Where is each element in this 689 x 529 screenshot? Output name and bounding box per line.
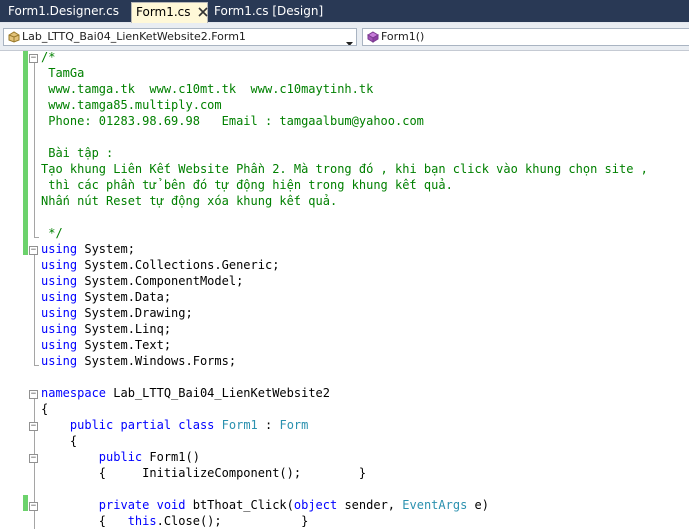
code-comment-line: Nhấn nút Reset tự động xóa khung kết quả… (41, 194, 338, 208)
outline-end (34, 237, 39, 238)
code-method-line: private void btThoat_Click(object sender… (98, 498, 489, 512)
member-dropdown[interactable]: Form1() (362, 28, 689, 46)
collapse-toggle[interactable]: − (29, 454, 38, 463)
using-keyword: using (41, 274, 78, 288)
class-dropdown-value: Lab_LTTQ_Bai04_LienKetWebsite2.Form1 (22, 30, 246, 43)
using-keyword: using (41, 242, 78, 256)
code-constructor-line: public Form1() (41, 449, 200, 465)
code-editor[interactable]: − − − − − − /* TamGa www.tamga.tk www.c1… (0, 51, 689, 529)
collapse-toggle[interactable]: − (29, 502, 38, 511)
close-icon[interactable] (197, 4, 210, 17)
using-keyword: using (41, 258, 78, 272)
using-namespace: System; (84, 242, 135, 256)
code-comment-line: www.tamga85.multiply.com (41, 98, 222, 112)
tab-label: Form1.cs (136, 5, 191, 19)
document-tab-strip: Form1.Designer.cs Form1.cs Form1.cs [Des… (0, 0, 689, 23)
outline-guide (34, 63, 35, 237)
tab-form1-cs[interactable]: Form1.cs (131, 2, 208, 23)
using-namespace: System.Windows.Forms; (84, 354, 237, 368)
using-keyword: using (41, 306, 78, 320)
code-comment-line: TamGa (41, 66, 85, 80)
tab-form1-design[interactable]: Form1.cs [Design] (210, 2, 327, 23)
collapse-toggle[interactable]: − (29, 422, 38, 431)
code-brace-line: { (41, 402, 49, 416)
code-using-line: using System.ComponentModel; (41, 273, 243, 289)
code-comment-line: www.tamga.tk www.c10mt.tk www.c10maytinh… (41, 82, 374, 96)
code-class-line: public partial class Form1 : Form (69, 418, 309, 432)
using-keyword: using (41, 322, 78, 336)
code-comment-line: Phone: 01283.98.69.98 Email : tamgaalbum… (41, 114, 424, 128)
using-keyword: using (41, 290, 78, 304)
tab-label: Form1.Designer.cs (8, 4, 119, 18)
code-method-body: { this.Close(); } (41, 514, 309, 528)
code-using-line: using System.Drawing; (41, 305, 193, 321)
code-comment-line: Bài tập : (41, 146, 114, 160)
eventargs-type: EventArgs (402, 498, 468, 512)
using-namespace: System.ComponentModel; (84, 274, 244, 288)
navigation-bar: Lab_LTTQ_Bai04_LienKetWebsite2.Form1 For… (0, 23, 689, 51)
member-dropdown-value: Form1() (381, 30, 425, 43)
using-namespace: System.Text; (84, 338, 172, 352)
outline-end (34, 365, 39, 366)
namespace-keyword: namespace (41, 386, 107, 400)
private-keyword: private (98, 498, 150, 512)
partial-keyword: partial (113, 418, 172, 432)
code-comment-line: */ (41, 226, 63, 240)
public-keyword: public (98, 450, 143, 464)
code-comment-line: Tạo khung Liên Kết Website Phần 2. Mà tr… (41, 162, 648, 176)
constructor-name: Form1() (142, 450, 200, 464)
collapse-toggle[interactable]: − (29, 246, 38, 255)
outline-guide (34, 255, 35, 365)
code-using-line: using System.Linq; (41, 321, 171, 337)
code-using-line: using System.Text; (41, 337, 171, 353)
change-indicator (23, 51, 28, 255)
collapse-toggle[interactable]: − (29, 54, 38, 63)
method-name: btThoat_Click( (185, 498, 294, 512)
tab-form1-designer[interactable]: Form1.Designer.cs (4, 2, 123, 23)
this-keyword: this (127, 514, 157, 528)
namespace-name: Lab_LTTQ_Bai04_LienKetWebsite2 (106, 386, 330, 400)
code-brace-line: { (41, 434, 78, 448)
class-keyword: class (171, 418, 215, 432)
using-namespace: System.Linq; (84, 322, 172, 336)
tab-label: Form1.cs [Design] (214, 4, 324, 18)
class-dropdown[interactable]: Lab_LTTQ_Bai04_LienKetWebsite2.Form1 (3, 28, 357, 46)
base-class-name: Form (279, 418, 309, 432)
code-using-line: using System; (41, 241, 135, 257)
code-constructor-body: { InitializeComponent(); } (41, 466, 367, 480)
method-icon (367, 31, 379, 45)
void-keyword: void (149, 498, 186, 512)
code-using-line: using System.Collections.Generic; (41, 257, 279, 273)
code-using-line: using System.Data; (41, 289, 171, 305)
using-namespace: System.Drawing; (84, 306, 193, 320)
using-namespace: System.Data; (84, 290, 172, 304)
code-comment-line: thì các phần tử bên đó tự động hiện tron… (41, 178, 453, 192)
collapse-toggle[interactable]: − (29, 390, 38, 399)
using-namespace: System.Collections.Generic; (84, 258, 280, 272)
class-name: Form1 (214, 418, 258, 432)
code-namespace-line: namespace Lab_LTTQ_Bai04_LienKetWebsite2 (41, 385, 330, 401)
using-keyword: using (41, 338, 78, 352)
change-indicator (23, 495, 28, 511)
public-keyword: public (69, 418, 114, 432)
class-icon (8, 31, 20, 45)
code-comment-line: /* (41, 51, 56, 64)
code-using-line: using System.Windows.Forms; (41, 353, 236, 369)
chevron-down-icon (346, 35, 353, 45)
using-keyword: using (41, 354, 78, 368)
object-keyword: object (293, 498, 338, 512)
